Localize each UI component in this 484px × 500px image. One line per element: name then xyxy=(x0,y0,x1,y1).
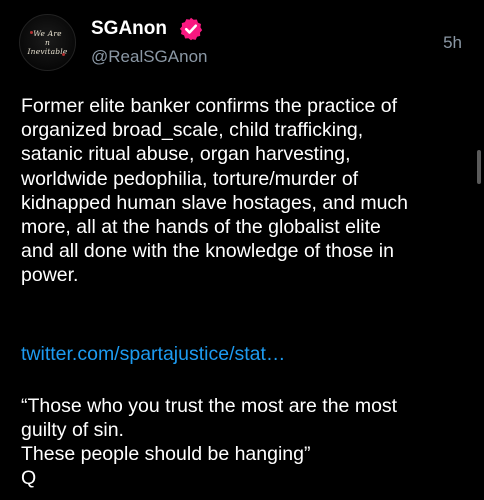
author-display-name[interactable]: SGAnon xyxy=(91,18,167,40)
post-link[interactable]: twitter.com/spartajustice/stat… xyxy=(21,342,285,366)
quote-line: “Those who you trust the most are the mo… xyxy=(21,395,398,417)
quote-line: These people should be hanging” xyxy=(21,443,311,465)
post-quote: “Those who you trust the most are the mo… xyxy=(21,394,466,490)
post-body-line: satanic ritual abuse, organ harvesting, xyxy=(21,143,351,166)
post-timestamp[interactable]: 5h xyxy=(443,33,462,53)
post-body-line: organized broad_scale, child trafficking… xyxy=(21,119,364,142)
post-body-line: worldwide pedophilia, torture/murder of xyxy=(21,167,359,190)
post-body-line: kidnapped human slave hostages, and much xyxy=(21,191,409,214)
post-body-line: power. xyxy=(21,264,79,287)
author-handle[interactable]: @RealSGAnon xyxy=(91,47,208,67)
verified-badge-icon xyxy=(179,17,203,41)
post-body-line: Former elite banker confirms the practic… xyxy=(21,95,398,117)
quote-line: guilty of sin. xyxy=(21,419,124,441)
avatar-decoration xyxy=(30,31,33,34)
quote-line: Q xyxy=(21,467,37,489)
post-body-line: more, all at the hands of the globalist … xyxy=(21,216,381,239)
avatar-decoration xyxy=(62,53,65,56)
avatar[interactable]: We Are n Inevitable xyxy=(19,14,76,71)
scrollbar-thumb[interactable] xyxy=(477,150,481,184)
post-body: Former elite banker confirms the practic… xyxy=(21,94,461,288)
post-card: We Are n Inevitable SGAnon @RealSGAnon 5… xyxy=(0,0,484,500)
avatar-logo-text: We Are n Inevitable xyxy=(27,29,68,56)
post-body-line: and all done with the knowledge of those… xyxy=(21,240,394,263)
